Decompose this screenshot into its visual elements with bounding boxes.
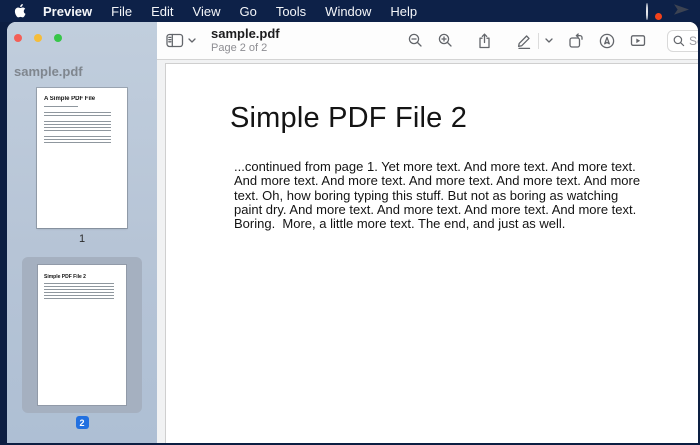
menu-window[interactable]: Window — [325, 4, 371, 19]
window-title: sample.pdf — [211, 27, 280, 40]
thumbnail-text-lines — [44, 121, 111, 132]
markup-pen-icon[interactable] — [516, 33, 532, 49]
pdf-body-line: ...continued from page 1. Yet more text.… — [234, 160, 698, 174]
thumbnail-1-heading: A Simple PDF File — [44, 96, 120, 102]
chevron-down-icon — [188, 38, 196, 43]
main-area: sample.pdf Page 2 of 2 — [157, 22, 698, 443]
pdf-body: ...continued from page 1. Yet more text.… — [234, 160, 698, 231]
minimize-button[interactable] — [34, 34, 42, 42]
share-icon[interactable] — [477, 33, 492, 49]
toolbar: sample.pdf Page 2 of 2 — [157, 22, 698, 60]
toolbar-icons — [408, 33, 698, 49]
thumbnail-text-lines — [44, 136, 111, 144]
close-button[interactable] — [14, 34, 22, 42]
zoom-in-icon[interactable] — [438, 33, 453, 48]
pen-circle-icon[interactable] — [599, 33, 615, 49]
zoom-button[interactable] — [54, 34, 62, 42]
search-icon — [673, 35, 685, 47]
divider — [538, 33, 539, 49]
apple-menu-icon[interactable] — [14, 4, 27, 19]
pdf-body-line: And more text. And more text. And more t… — [234, 174, 698, 188]
thumbnail-page-1[interactable]: A Simple PDF File — [37, 88, 127, 228]
pdf-body-line: paint dry. And more text. And more text.… — [234, 203, 698, 217]
window-controls — [14, 34, 62, 42]
thumbnail-text-lines — [44, 283, 114, 300]
sidebar-toggle-icon — [166, 33, 184, 48]
menu-file[interactable]: File — [111, 4, 132, 19]
title-block: sample.pdf Page 2 of 2 — [211, 27, 280, 54]
menu-app-name[interactable]: Preview — [43, 4, 92, 19]
menu-status-area — [646, 2, 690, 20]
pdf-page: Simple PDF File 2 ...continued from page… — [165, 63, 698, 443]
pdf-body-line: Boring. More, a little more text. The en… — [234, 217, 698, 231]
preview-window: sample.pdf A Simple PDF File 1 Simple PD… — [7, 22, 698, 443]
rotate-icon[interactable] — [568, 33, 584, 49]
menu-items: Preview File Edit View Go Tools Window H… — [43, 4, 417, 19]
page-indicator: Page 2 of 2 — [211, 43, 280, 54]
thumbnail-page-2-selected[interactable]: Simple PDF File 2 — [22, 257, 142, 413]
page-1-number: 1 — [79, 233, 85, 245]
sidebar-document-label: sample.pdf — [14, 64, 83, 79]
markup-group — [516, 33, 553, 49]
menu-go[interactable]: Go — [239, 4, 256, 19]
page-2-number-badge: 2 — [76, 416, 89, 429]
thumbnail-page-2[interactable]: Simple PDF File 2 — [38, 265, 126, 405]
menu-tools[interactable]: Tools — [276, 4, 306, 19]
menu-help[interactable]: Help — [390, 4, 417, 19]
pdf-body-line: text. Oh, how boring typing this stuff. … — [234, 189, 698, 203]
thumbnail-sidebar: sample.pdf A Simple PDF File 1 Simple PD… — [7, 22, 157, 443]
markup-dropdown-chevron-icon[interactable] — [545, 38, 553, 43]
search-input[interactable]: Search — [667, 30, 698, 52]
paper-plane-icon[interactable] — [673, 2, 690, 20]
search-placeholder: Search — [689, 34, 698, 48]
thumbnail-2-heading: Simple PDF File 2 — [44, 274, 120, 280]
zoom-out-icon[interactable] — [408, 33, 423, 48]
screen-recorder-icon[interactable] — [646, 4, 661, 19]
menu-view[interactable]: View — [193, 4, 221, 19]
document-view: Simple PDF File 2 ...continued from page… — [157, 60, 698, 443]
slideshow-icon[interactable] — [630, 33, 646, 48]
menu-edit[interactable]: Edit — [151, 4, 173, 19]
menu-bar: Preview File Edit View Go Tools Window H… — [0, 0, 700, 22]
thumbnail-text-lines — [44, 106, 78, 108]
thumbnail-text-lines — [44, 112, 111, 117]
pdf-heading: Simple PDF File 2 — [230, 102, 698, 135]
sidebar-toggle-button[interactable] — [166, 33, 196, 48]
